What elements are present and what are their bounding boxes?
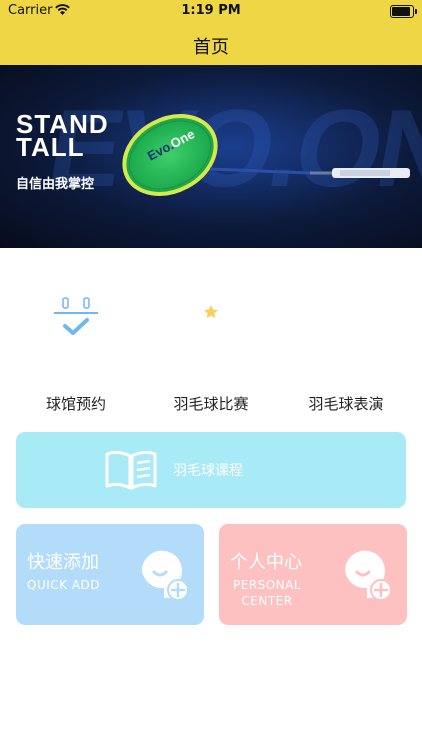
quick-add-title: 快速添加 <box>27 552 99 573</box>
battery-icon <box>390 5 417 18</box>
tile-badminton-match-label: 羽毛球比赛 <box>173 395 249 413</box>
navigation-bar: Carrier 1:19 PM 首页 <box>0 0 422 65</box>
tile-venue-booking-label: 球馆预约 <box>45 395 106 413</box>
banner-headline: STAND TALL <box>16 111 109 162</box>
calendar-check-icon <box>54 297 98 343</box>
personal-center-title: 个人中心 <box>230 552 302 573</box>
personal-center-subtitle: PERSONAL CENTER <box>232 577 302 609</box>
quick-add-card[interactable]: 快速添加 QUICK ADD <box>16 524 204 625</box>
trophy-icon <box>190 300 232 339</box>
clock: 1:19 PM <box>181 3 241 18</box>
racket-image: Evo. One <box>122 114 410 196</box>
banner-tagline: 自信由我掌控 <box>16 177 95 192</box>
tile-badminton-show-label: 羽毛球表演 <box>308 395 384 413</box>
personal-center-subtitle-line2: CENTER <box>241 594 293 608</box>
banner-line2: TALL <box>16 132 85 162</box>
quick-add-subtitle: QUICK ADD <box>27 578 101 592</box>
personal-center-card[interactable]: 个人中心 PERSONAL CENTER <box>219 524 407 625</box>
flag-icon <box>329 300 369 344</box>
status-bar: Carrier 1:19 PM <box>0 0 422 22</box>
user-add-icon <box>345 550 392 601</box>
user-add-icon <box>142 550 189 601</box>
book-icon <box>105 450 157 490</box>
tile-badminton-show[interactable] <box>286 264 406 378</box>
page-title: 首页 <box>193 37 229 58</box>
course-label: 羽毛球课程 <box>173 463 243 479</box>
promo-banner[interactable]: EVO.ONE Evo. One STAND TALL 自信由我掌控 <box>0 65 422 248</box>
tile-venue-booking[interactable] <box>16 264 136 378</box>
tile-badminton-match[interactable] <box>151 264 271 378</box>
course-banner[interactable]: 羽毛球课程 <box>16 432 406 508</box>
personal-center-subtitle-line1: PERSONAL <box>232 578 302 592</box>
